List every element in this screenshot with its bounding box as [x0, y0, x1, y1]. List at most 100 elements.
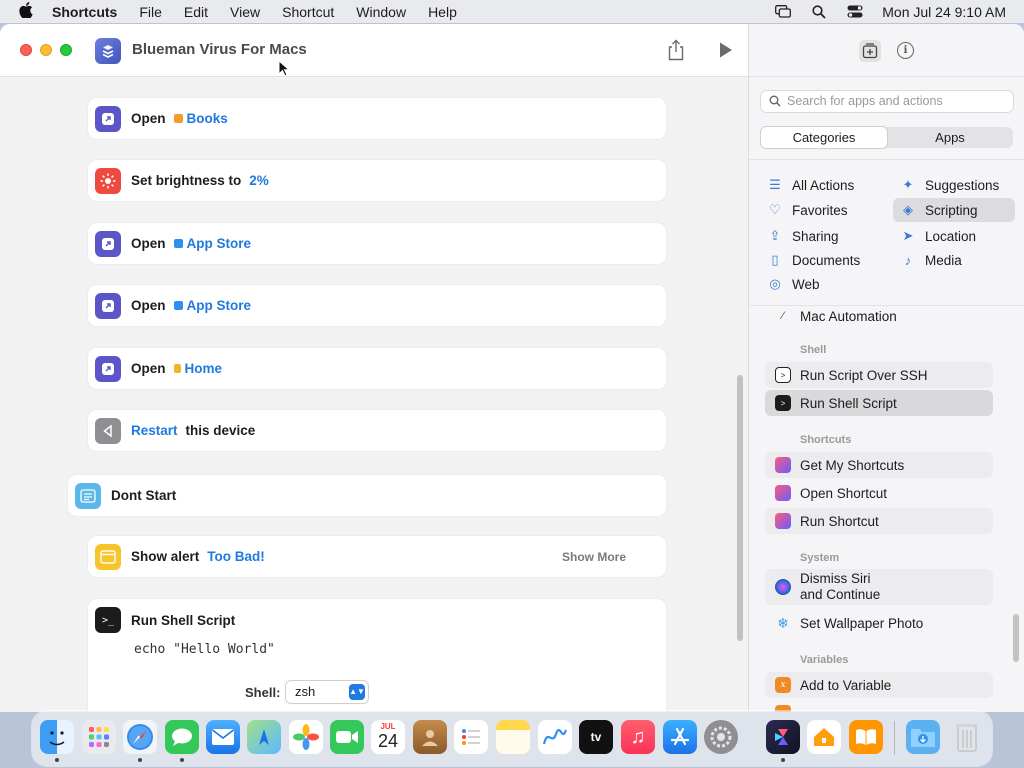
- spotlight-search-icon[interactable]: [810, 4, 828, 19]
- freeform-icon[interactable]: [538, 720, 572, 754]
- category-label: Favorites: [792, 202, 848, 218]
- action-open-home[interactable]: Open Home: [88, 348, 666, 389]
- menu-help[interactable]: Help: [428, 4, 457, 20]
- tab-categories[interactable]: Categories: [761, 127, 887, 148]
- action-item-get-my-shortcuts[interactable]: Get My Shortcuts: [765, 452, 993, 478]
- books-app-icon[interactable]: [849, 720, 883, 754]
- shortcuts-app-icon[interactable]: [766, 720, 800, 754]
- category-suggestions[interactable]: ✦ Suggestions: [893, 173, 1015, 197]
- menu-shortcut[interactable]: Shortcut: [282, 4, 334, 20]
- category-documents[interactable]: ▯ Documents: [760, 248, 890, 272]
- action-verb: Open: [131, 298, 166, 313]
- run-play-icon[interactable]: [718, 41, 734, 59]
- app-store-icon[interactable]: [663, 720, 697, 754]
- app-token-books[interactable]: Books: [173, 111, 228, 126]
- screen-mirroring-icon[interactable]: [774, 5, 792, 19]
- show-more-button[interactable]: Show More: [562, 550, 626, 564]
- music-note-icon: ♪: [904, 252, 912, 268]
- close-window-button[interactable]: [20, 44, 32, 56]
- action-item-set-wallpaper-photo[interactable]: ❄ Set Wallpaper Photo: [765, 610, 993, 636]
- shell-script-editor[interactable]: echo "Hello World": [134, 642, 275, 657]
- sidebar-scrollbar[interactable]: [1013, 614, 1019, 662]
- home-app-icon[interactable]: [807, 720, 841, 754]
- category-sharing[interactable]: ⇪ Sharing: [760, 224, 890, 248]
- notes-icon[interactable]: [496, 720, 530, 754]
- action-item-mac-automation[interactable]: ⁄ Mac Automation: [765, 306, 993, 329]
- action-verb: Open: [131, 361, 166, 376]
- action-run-shell-script[interactable]: >_ Run Shell Script echo "Hello World" S…: [88, 599, 666, 712]
- action-item-open-shortcut[interactable]: Open Shortcut: [765, 480, 993, 506]
- reminders-icon[interactable]: [454, 720, 488, 754]
- tv-label: tv: [590, 730, 602, 744]
- action-open-app-store-1[interactable]: Open App Store: [88, 223, 666, 264]
- minimize-window-button[interactable]: [40, 44, 52, 56]
- category-location[interactable]: ➤ Location: [893, 224, 1015, 248]
- shell-select[interactable]: zsh ▲▼: [286, 681, 368, 703]
- menu-clock[interactable]: Mon Jul 24 9:10 AM: [882, 4, 1006, 20]
- category-favorites[interactable]: ♡ Favorites: [760, 198, 890, 222]
- category-all-actions[interactable]: ☰ All Actions: [760, 173, 890, 197]
- action-item-run-shortcut[interactable]: Run Shortcut: [765, 508, 993, 534]
- action-set-brightness[interactable]: Set brightness to 2%: [88, 160, 666, 201]
- editor-scrollbar[interactable]: [737, 375, 743, 641]
- tab-apps[interactable]: Apps: [887, 127, 1013, 148]
- downloads-folder-icon[interactable]: [906, 720, 940, 754]
- category-scripting[interactable]: ◈ Scripting: [893, 198, 1015, 222]
- category-web[interactable]: ◎ Web: [760, 272, 890, 296]
- category-label: Suggestions: [925, 177, 1000, 193]
- photos-icon[interactable]: [289, 720, 323, 754]
- action-item-add-to-variable[interactable]: x Add to Variable: [765, 672, 993, 698]
- action-item-dismiss-siri[interactable]: Dismiss Siri and Continue: [765, 569, 993, 605]
- menu-window[interactable]: Window: [356, 4, 406, 20]
- brightness-icon: [95, 167, 121, 194]
- action-item-run-shell-script[interactable]: > Run Shell Script: [765, 390, 993, 416]
- mail-icon[interactable]: [206, 720, 240, 754]
- brightness-value-token[interactable]: 2%: [249, 173, 269, 188]
- menu-edit[interactable]: Edit: [184, 4, 208, 20]
- action-library-icon[interactable]: [859, 40, 881, 62]
- control-center-icon[interactable]: [846, 5, 864, 19]
- maps-icon[interactable]: [247, 720, 281, 754]
- music-icon[interactable]: ♫: [621, 720, 655, 754]
- comment-text[interactable]: Dont Start: [111, 488, 176, 503]
- calendar-icon[interactable]: JUL 24: [371, 720, 405, 754]
- menu-file[interactable]: File: [139, 4, 162, 20]
- actions-list: ⁄ Mac Automation Shell > Run Script Over S…: [749, 306, 1024, 712]
- action-open-books[interactable]: Open Books: [88, 98, 666, 139]
- action-restart-device[interactable]: Restart this device: [88, 410, 666, 451]
- launchpad-icon[interactable]: [82, 720, 116, 754]
- finder-icon[interactable]: [40, 720, 74, 754]
- facetime-icon[interactable]: [330, 720, 364, 754]
- apple-menu-icon[interactable]: [0, 1, 52, 22]
- comment-action[interactable]: Dont Start: [68, 475, 666, 516]
- messages-icon[interactable]: [165, 720, 199, 754]
- menu-view[interactable]: View: [230, 4, 260, 20]
- safari-icon[interactable]: [123, 720, 157, 754]
- app-token-app-store[interactable]: App Store: [173, 236, 251, 251]
- menu-app-name[interactable]: Shortcuts: [52, 4, 117, 20]
- app-token-home[interactable]: Home: [173, 361, 222, 376]
- alert-message-token[interactable]: Too Bad!: [207, 549, 265, 564]
- app-token-app-store[interactable]: App Store: [173, 298, 251, 313]
- info-icon[interactable]: i: [897, 42, 914, 59]
- share-icon[interactable]: [666, 39, 686, 61]
- home-icon: [173, 364, 181, 373]
- search-input[interactable]: Search for apps and actions: [761, 91, 1013, 112]
- system-settings-icon[interactable]: [704, 720, 738, 754]
- restart-option-token[interactable]: Restart: [131, 423, 178, 438]
- zoom-window-button[interactable]: [60, 44, 72, 56]
- action-item-run-script-over-ssh[interactable]: > Run Script Over SSH: [765, 362, 993, 388]
- category-media[interactable]: ♪ Media: [893, 248, 1015, 272]
- device-action-icon: [95, 417, 121, 444]
- contacts-icon[interactable]: [413, 720, 447, 754]
- open-app-icon: [95, 105, 121, 132]
- action-show-alert[interactable]: Show alert Too Bad! Show More: [88, 536, 666, 577]
- shortcut-app-icon[interactable]: [95, 38, 121, 64]
- section-header-system: System: [800, 552, 840, 564]
- action-open-app-store-2[interactable]: Open App Store: [88, 285, 666, 326]
- trash-icon[interactable]: [950, 720, 984, 754]
- apple-tv-icon[interactable]: tv: [579, 720, 613, 754]
- shortcuts-window: Blueman Virus For Macs Open Books Set br…: [0, 24, 1024, 712]
- action-item-label: Run Script Over SSH: [800, 367, 928, 383]
- shortcut-title[interactable]: Blueman Virus For Macs: [132, 41, 307, 58]
